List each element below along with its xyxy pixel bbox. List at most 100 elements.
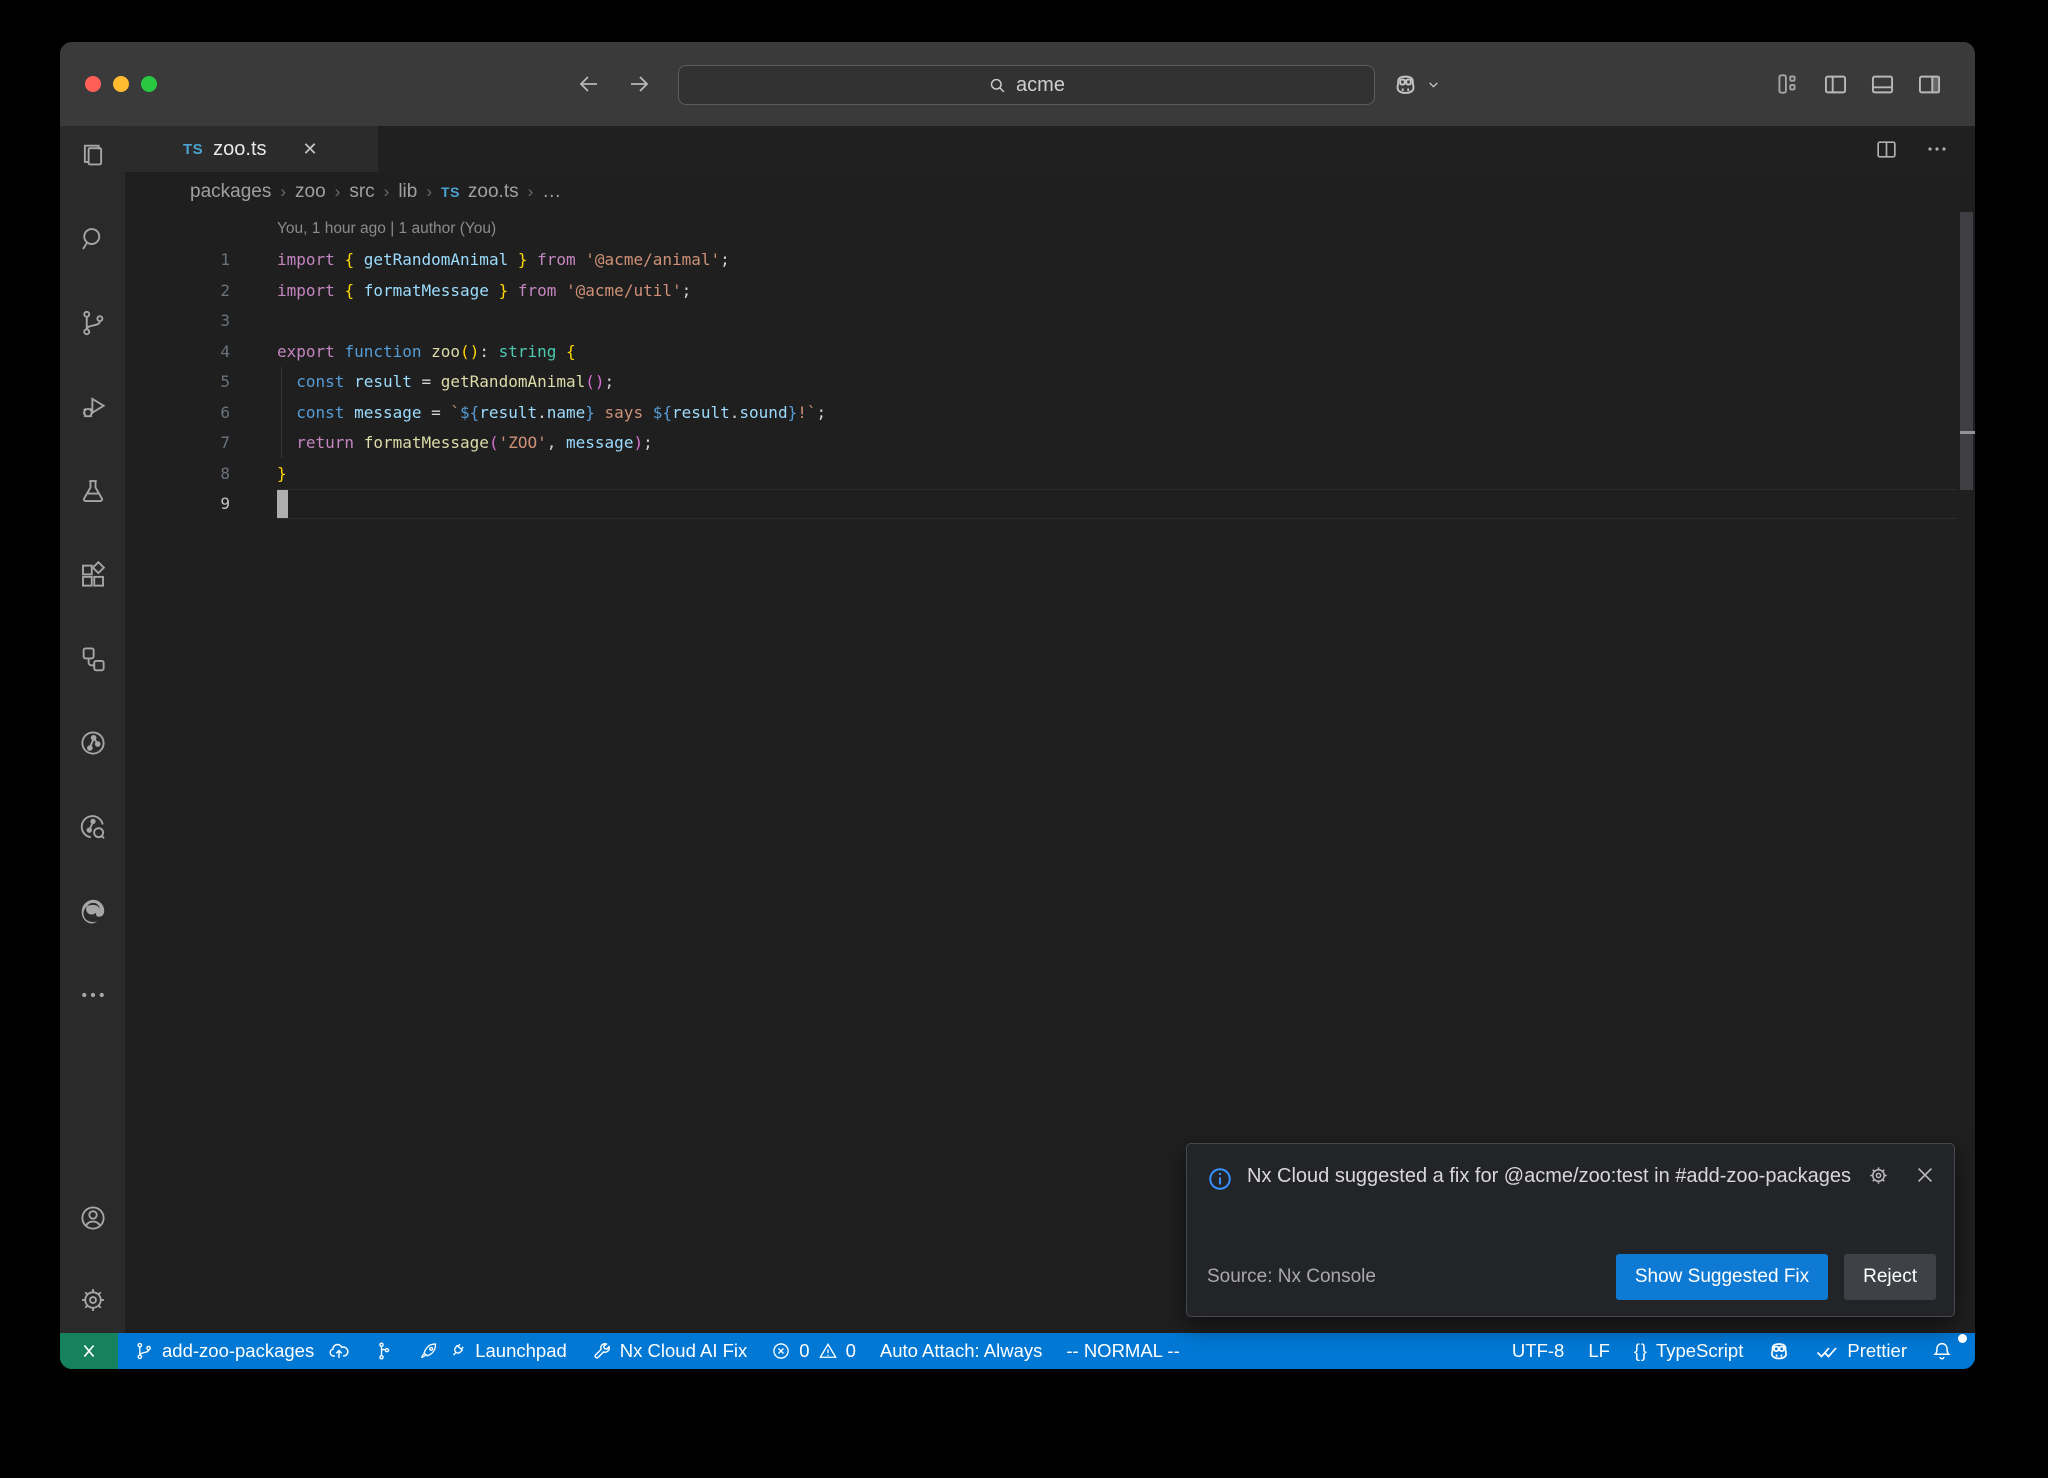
copilot-icon: [1767, 1339, 1791, 1363]
code-text: export function zoo(): string {: [277, 342, 576, 361]
show-suggested-fix-button[interactable]: Show Suggested Fix: [1616, 1254, 1828, 1300]
indent-guide: [281, 367, 282, 458]
vim-mode-status[interactable]: -- NORMAL --: [1054, 1333, 1191, 1369]
edge-tools-icon[interactable]: [78, 896, 108, 926]
prettier-status[interactable]: Prettier: [1803, 1333, 1919, 1369]
encoding-status[interactable]: UTF-8: [1500, 1333, 1576, 1369]
breadcrumb-lib[interactable]: lib: [398, 181, 417, 203]
breadcrumb-src[interactable]: src: [349, 181, 374, 203]
reject-button[interactable]: Reject: [1844, 1254, 1936, 1300]
gitlens-inspect-icon[interactable]: [78, 812, 108, 842]
git-branch-icon: [134, 1341, 154, 1361]
current-line-highlight: [277, 489, 1957, 520]
git-branch-status[interactable]: add-zoo-packages: [122, 1333, 362, 1369]
line-number: 2: [125, 281, 230, 300]
nx-fix-label: Nx Cloud AI Fix: [620, 1340, 748, 1362]
git-graph-status[interactable]: [362, 1333, 406, 1369]
line-number: 3: [125, 311, 230, 330]
close-tab-icon[interactable]: ✕: [303, 139, 318, 160]
wrench-icon: [591, 1341, 612, 1362]
copilot-menu[interactable]: [1392, 42, 1440, 126]
tab-zoo-ts[interactable]: TS zoo.ts ✕: [125, 126, 378, 172]
auto-attach-status[interactable]: Auto Attach: Always: [868, 1333, 1054, 1369]
run-debug-icon[interactable]: [78, 392, 108, 422]
notification-source: Source: Nx Console: [1207, 1266, 1376, 1288]
warning-count: 0: [846, 1340, 856, 1362]
code-text: import { formatMessage } from '@acme/uti…: [277, 281, 691, 300]
remote-indicator[interactable]: [60, 1333, 118, 1369]
search-view-icon[interactable]: [78, 224, 108, 254]
breadcrumb-zoo[interactable]: zoo: [295, 181, 326, 203]
zoom-window-button[interactable]: [141, 76, 157, 92]
code-line: 9: [125, 489, 1975, 520]
line-number: 8: [125, 464, 230, 483]
notifications-bell[interactable]: [1919, 1333, 1965, 1369]
bell-icon: [1931, 1340, 1953, 1362]
search-icon: [988, 76, 1007, 95]
eol-status[interactable]: LF: [1576, 1333, 1622, 1369]
breadcrumb-separator: ›: [280, 182, 286, 202]
notification-close-icon[interactable]: [1914, 1164, 1936, 1195]
code-line: 3: [125, 306, 1975, 337]
code-line: 4 export function zoo(): string {: [125, 336, 1975, 367]
split-editor-icon[interactable]: [1874, 137, 1899, 162]
breadcrumb-packages[interactable]: packages: [190, 181, 271, 203]
code-line: 8}: [125, 458, 1975, 489]
close-window-button[interactable]: [85, 76, 101, 92]
testing-icon[interactable]: [78, 476, 108, 506]
notification-badge-dot: [1958, 1334, 1967, 1343]
more-views-icon[interactable]: [78, 980, 108, 1010]
breadcrumb-file[interactable]: TS zoo.ts: [441, 181, 519, 203]
code-text: import { getRandomAnimal } from '@acme/a…: [277, 250, 730, 269]
minimize-window-button[interactable]: [113, 76, 129, 92]
code-line: 6 const message = `${result.name} says $…: [125, 397, 1975, 428]
line-number: 1: [125, 250, 230, 269]
accounts-icon[interactable]: [78, 1203, 108, 1233]
tab-bar: TS zoo.ts ✕: [125, 126, 1975, 172]
more-actions-icon[interactable]: [1925, 137, 1949, 161]
error-count: 0: [799, 1340, 809, 1362]
toggle-secondary-sidebar-icon[interactable]: [1916, 71, 1943, 98]
breadcrumb-more[interactable]: …: [542, 181, 561, 203]
plug-icon: [447, 1341, 467, 1361]
toggle-primary-sidebar-icon[interactable]: [1822, 71, 1849, 98]
notification-toast: Nx Cloud suggested a fix for @acme/zoo:t…: [1186, 1143, 1955, 1317]
language-status[interactable]: {} TypeScript: [1622, 1333, 1755, 1369]
vim-block-cursor: [277, 490, 288, 518]
rocket-icon: [418, 1341, 439, 1362]
cloud-upload-icon: [328, 1340, 350, 1362]
nx-console-icon[interactable]: [78, 644, 108, 674]
notification-settings-gear-icon[interactable]: [1867, 1164, 1890, 1195]
breadcrumb-separator: ›: [528, 182, 534, 202]
problems-status[interactable]: 0 0: [759, 1333, 868, 1369]
typescript-file-icon: TS: [183, 141, 203, 158]
customize-layout-icon[interactable]: [1772, 69, 1802, 99]
chevron-down-icon: [1427, 78, 1440, 91]
command-center-search[interactable]: acme: [678, 65, 1375, 105]
explorer-icon[interactable]: [78, 140, 108, 170]
search-value: acme: [1016, 74, 1065, 97]
extensions-icon[interactable]: [78, 560, 108, 590]
back-icon[interactable]: [577, 72, 601, 96]
line-number: 7: [125, 433, 230, 452]
code-line: 2 import { formatMessage } from '@acme/ut…: [125, 275, 1975, 306]
tab-label: zoo.ts: [213, 138, 266, 161]
source-control-icon[interactable]: [78, 308, 108, 338]
forward-icon[interactable]: [627, 72, 651, 96]
copilot-status[interactable]: [1755, 1333, 1803, 1369]
breadcrumb-separator: ›: [335, 182, 341, 202]
braces-icon: {}: [1634, 1341, 1648, 1362]
launchpad-label: Launchpad: [475, 1340, 567, 1362]
toggle-panel-icon[interactable]: [1869, 71, 1896, 98]
launchpad-status[interactable]: Launchpad: [406, 1333, 579, 1369]
line-number: 4: [125, 342, 230, 361]
code-text: const message = `${result.name} says ${r…: [277, 403, 826, 422]
line-number: 5: [125, 372, 230, 391]
gitlens-icon[interactable]: [78, 728, 108, 758]
activity-bar: [60, 126, 125, 1333]
blame-annotation-line: You, 1 hour ago | 1 author (You): [125, 214, 1975, 245]
editor-scrollbar[interactable]: [1960, 212, 1973, 490]
settings-gear-icon[interactable]: [78, 1285, 108, 1315]
code-line: 5 const result = getRandomAnimal();: [125, 367, 1975, 398]
nx-cloud-ai-fix-status[interactable]: Nx Cloud AI Fix: [579, 1333, 760, 1369]
